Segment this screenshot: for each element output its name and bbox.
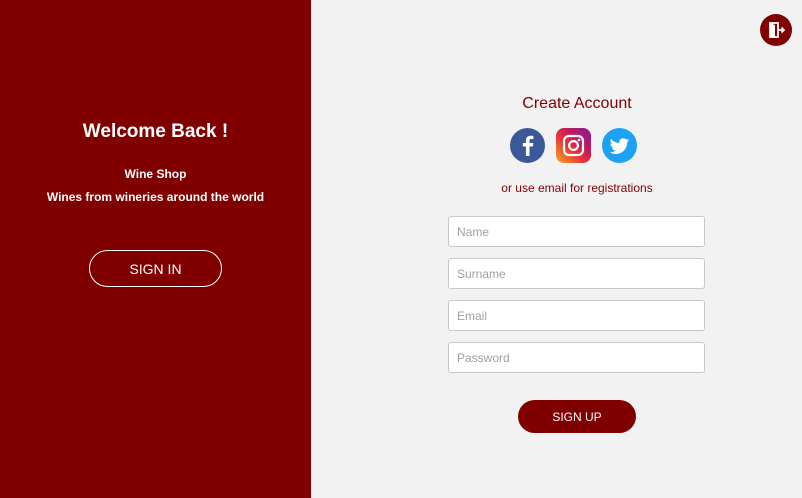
shop-tagline: Wines from wineries around the world bbox=[46, 190, 265, 204]
sign-up-button[interactable]: SIGN UP bbox=[518, 400, 636, 433]
shop-name: Wine Shop bbox=[124, 167, 187, 181]
surname-field[interactable] bbox=[448, 258, 705, 289]
exit-icon bbox=[769, 22, 785, 38]
social-login-row bbox=[510, 128, 637, 163]
twitter-button[interactable] bbox=[602, 128, 637, 163]
exit-button[interactable] bbox=[760, 14, 792, 46]
create-account-title: Create Account bbox=[522, 95, 632, 112]
email-field[interactable] bbox=[448, 300, 705, 331]
instagram-icon bbox=[562, 134, 585, 157]
sign-in-button[interactable]: SIGN IN bbox=[89, 250, 222, 287]
welcome-panel: Welcome Back ! Wine Shop Wines from wine… bbox=[0, 0, 311, 498]
twitter-icon bbox=[609, 138, 629, 154]
password-field[interactable] bbox=[448, 342, 705, 373]
app-window: Welcome Back ! Wine Shop Wines from wine… bbox=[0, 0, 802, 498]
facebook-icon bbox=[522, 135, 534, 156]
email-registration-hint: or use email for registrations bbox=[501, 181, 653, 195]
welcome-title: Welcome Back ! bbox=[82, 121, 229, 142]
instagram-button[interactable] bbox=[556, 128, 591, 163]
name-field[interactable] bbox=[448, 216, 705, 247]
facebook-button[interactable] bbox=[510, 128, 545, 163]
